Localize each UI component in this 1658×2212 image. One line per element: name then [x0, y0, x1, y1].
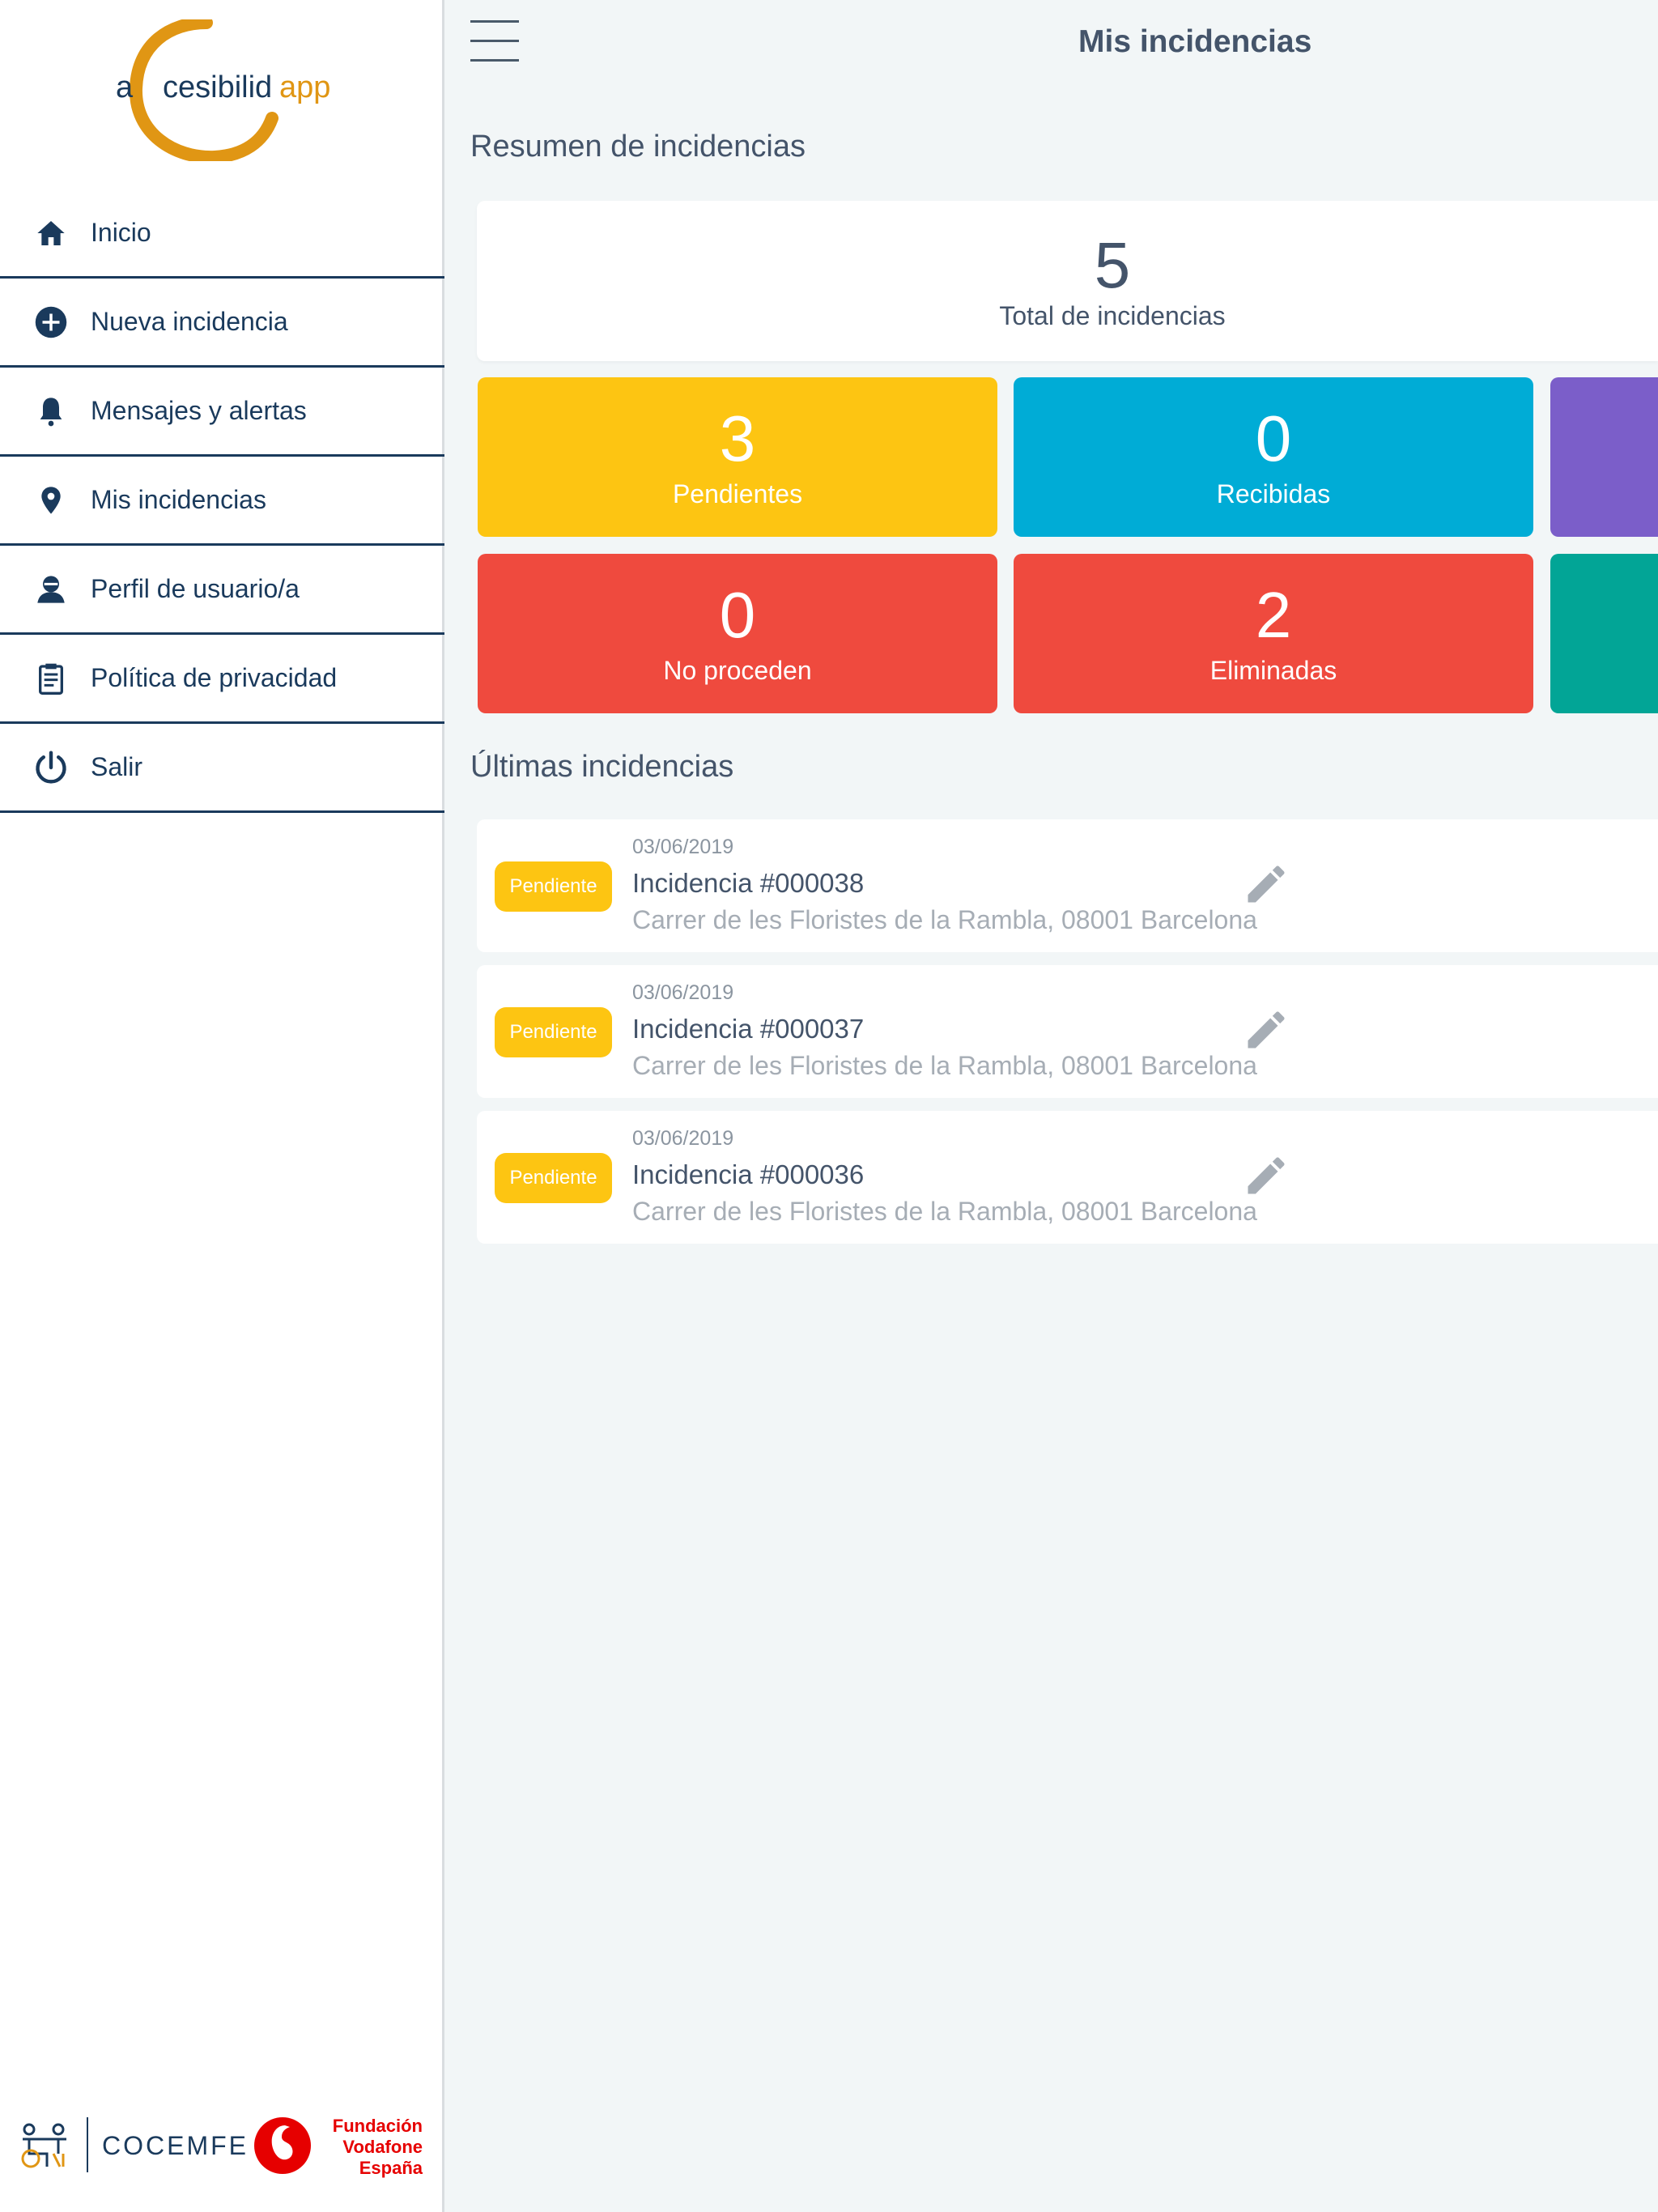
sidebar-item-privacidad[interactable]: Política de privacidad [0, 635, 444, 724]
sidebar-item-label: Perfil de usuario/a [91, 574, 300, 603]
incident-date: 03/06/2019 [632, 836, 734, 858]
total-incidents-label: Total de incidencias [999, 301, 1226, 330]
stat-card-purple[interactable] [1550, 377, 1658, 537]
sidebar-item-salir[interactable]: Salir [0, 724, 444, 813]
incident-date: 03/06/2019 [632, 1127, 734, 1150]
sponsor-divider [87, 2117, 88, 2172]
sidebar-item-label: Inicio [91, 218, 151, 247]
pencil-edit-icon[interactable] [1242, 860, 1290, 908]
logo-suffix: app [279, 70, 331, 104]
sidebar-item-mis-incidencias[interactable]: Mis incidencias [0, 457, 444, 546]
sidebar-menu: Inicio Nueva incidencia Mensajes y alert… [0, 189, 444, 813]
pencil-edit-icon[interactable] [1242, 1006, 1290, 1054]
stat-card-recibidas[interactable]: 0 Recibidas [1014, 377, 1533, 537]
sidebar-item-label: Política de privacidad [91, 663, 338, 692]
status-badge: Pendiente [495, 1153, 612, 1203]
pencil-edit-icon[interactable] [1242, 1151, 1290, 1200]
sidebar-item-label: Mensajes y alertas [91, 396, 307, 425]
stat-label: Eliminadas [1209, 656, 1337, 685]
cocemfe-logo-icon [18, 2121, 74, 2174]
stat-value: 2 [1255, 579, 1292, 651]
sidebar-item-label: Nueva incidencia [91, 307, 288, 336]
latest-title: Últimas incidencias [470, 750, 734, 784]
home-icon [33, 215, 69, 251]
incident-title: Incidencia #000036 [632, 1159, 865, 1189]
stat-label: Pendientes [672, 479, 803, 508]
incident-address: Carrer de les Floristes de la Rambla, 08… [632, 905, 1257, 934]
total-incidents-card: 5 Total de incidencias [477, 201, 1658, 361]
logo-middle: cesibilid [163, 70, 273, 104]
incident-address: Carrer de les Floristes de la Rambla, 08… [632, 1197, 1257, 1226]
main-content: Mis incidencias Resumen de incidencias 5… [447, 0, 1658, 2212]
stat-card-pendientes[interactable]: 3 Pendientes [478, 377, 997, 537]
status-badge: Pendiente [495, 1007, 612, 1057]
plus-circle-icon [33, 304, 69, 340]
cocemfe-name: COCEMFE [102, 2131, 249, 2160]
hamburger-menu-icon[interactable] [470, 20, 519, 62]
incident-title: Incidencia #000037 [632, 1014, 865, 1044]
stat-card-eliminadas[interactable]: 2 Eliminadas [1014, 554, 1533, 713]
location-pin-icon [33, 483, 69, 518]
status-badge: Pendiente [495, 861, 612, 912]
stat-value: 0 [1255, 402, 1292, 474]
page-title: Mis incidencias [1078, 24, 1312, 59]
incident-row[interactable]: Pendiente 03/06/2019 Incidencia #000038 … [477, 819, 1658, 952]
total-incidents-count: 5 [1094, 229, 1131, 301]
stat-card-teal[interactable] [1550, 554, 1658, 713]
incident-title: Incidencia #000038 [632, 868, 865, 898]
stat-label: Recibidas [1216, 479, 1331, 508]
bell-icon [33, 393, 69, 429]
logo-prefix: a [116, 70, 134, 104]
sidebar-item-nueva-incidencia[interactable]: Nueva incidencia [0, 279, 444, 368]
vodafone-foundation-name: Fundación Vodafone España [332, 2116, 423, 2178]
sidebar-item-perfil[interactable]: Perfil de usuario/a [0, 546, 444, 635]
sidebar: a cesibilid app Inicio Nueva incidencia … [0, 0, 444, 2212]
stat-value: 0 [719, 579, 756, 651]
stat-value: 3 [719, 402, 756, 474]
sidebar-item-inicio[interactable]: Inicio [0, 189, 444, 279]
sidebar-item-label: Salir [91, 752, 143, 781]
clipboard-icon [33, 661, 69, 696]
power-icon [33, 750, 69, 785]
sidebar-item-mensajes[interactable]: Mensajes y alertas [0, 368, 444, 457]
user-icon [33, 572, 69, 607]
sponsors: COCEMFE Fundación Vodafone España [18, 2113, 431, 2182]
stat-card-no-proceden[interactable]: 0 No proceden [478, 554, 997, 713]
stat-label: No proceden [663, 656, 812, 685]
incident-row[interactable]: Pendiente 03/06/2019 Incidencia #000037 … [477, 965, 1658, 1098]
summary-title: Resumen de incidencias [470, 130, 806, 164]
incident-row[interactable]: Pendiente 03/06/2019 Incidencia #000036 … [477, 1111, 1658, 1244]
accesibilidapp-logo: a cesibilid app [113, 19, 340, 161]
incident-address: Carrer de les Floristes de la Rambla, 08… [632, 1051, 1257, 1080]
incident-date: 03/06/2019 [632, 981, 734, 1004]
sidebar-item-label: Mis incidencias [91, 485, 266, 514]
vodafone-logo-icon [253, 2116, 312, 2180]
